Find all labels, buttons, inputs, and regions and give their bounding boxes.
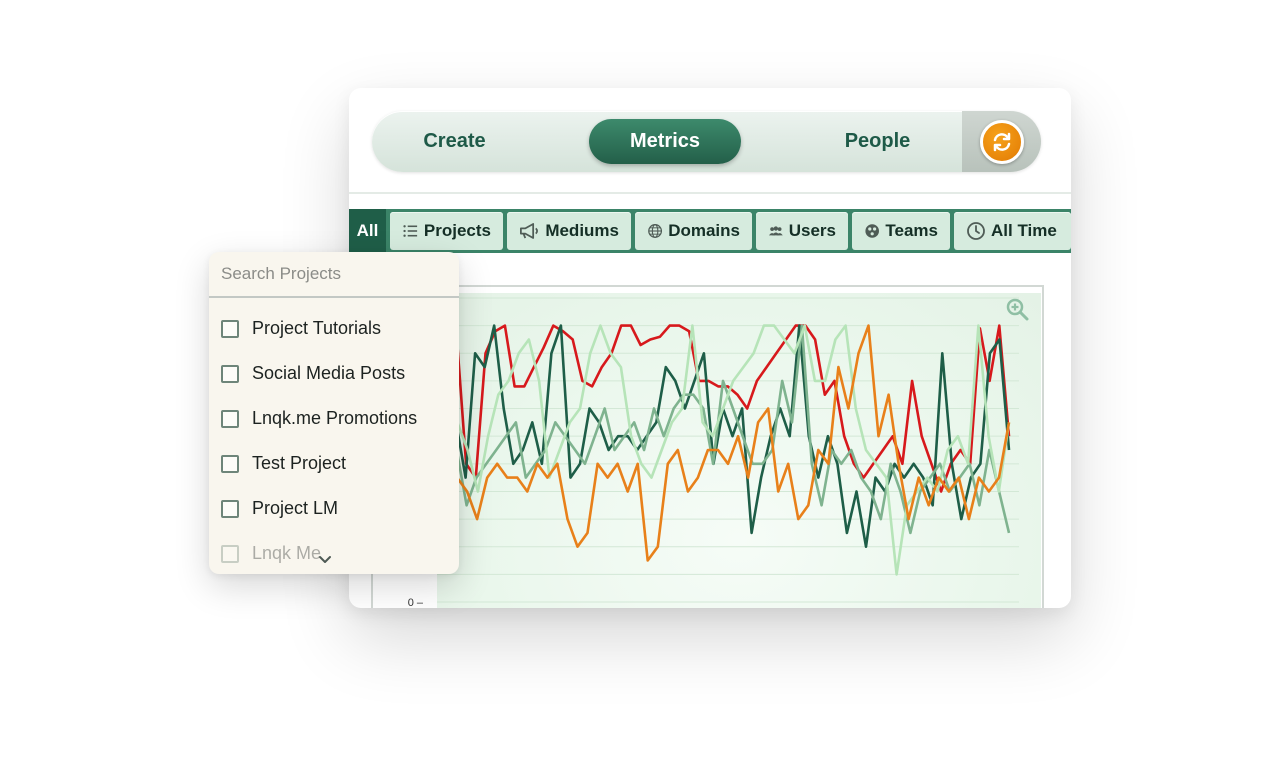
chevron-down-icon[interactable] — [318, 555, 332, 565]
project-checkbox[interactable] — [221, 409, 239, 428]
project-label: Project LM — [252, 498, 339, 518]
project-checkbox[interactable] — [221, 319, 239, 338]
project-label: Test Project — [252, 453, 347, 473]
project-item[interactable]: Lnqk Me — [221, 531, 451, 574]
project-checkbox[interactable] — [221, 364, 239, 383]
project-checkbox[interactable] — [221, 499, 239, 518]
y-tick-label: 0 – — [408, 597, 424, 608]
project-item[interactable]: Project LM — [221, 486, 451, 531]
project-list: Project Tutorials Social Media Posts Lnq… — [221, 306, 451, 574]
project-label: Social Media Posts — [252, 363, 406, 383]
project-label: Lnqk.me Promotions — [252, 408, 418, 428]
series-line — [435, 324, 1011, 535]
project-item[interactable]: Project Tutorials — [221, 306, 451, 351]
project-label: Project Tutorials — [252, 318, 382, 338]
project-label: Lnqk Me — [252, 543, 322, 563]
project-item[interactable]: Lnqk.me Promotions — [221, 396, 451, 441]
project-checkbox[interactable] — [221, 454, 239, 473]
project-item[interactable]: Social Media Posts — [221, 351, 451, 396]
zoom-in-icon[interactable] — [1006, 298, 1030, 322]
project-dropdown: Project Tutorials Social Media Posts Lnq… — [209, 252, 459, 574]
project-item[interactable]: Test Project — [221, 441, 451, 486]
search-projects-input[interactable] — [209, 252, 459, 298]
project-checkbox[interactable] — [221, 544, 239, 563]
stage: Create Metrics People All Projects Mediu… — [0, 0, 1280, 760]
